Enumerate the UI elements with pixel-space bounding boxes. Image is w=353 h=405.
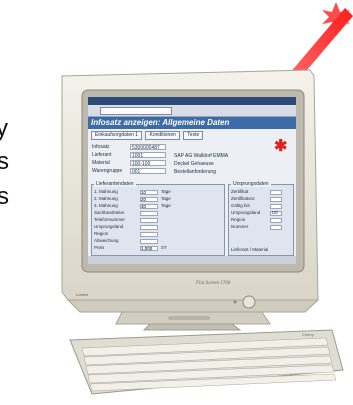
- vendor-data-field[interactable]: 10: [140, 190, 158, 195]
- origin-data-field[interactable]: [270, 204, 282, 209]
- vendor-data-label: 1. Mahnung: [94, 189, 118, 194]
- vendor-data-field[interactable]: [140, 239, 158, 244]
- toolbar: [88, 105, 296, 117]
- origin-data-field[interactable]: [270, 190, 282, 195]
- vendor-data-label: Preis: [94, 245, 105, 250]
- window-title: Infosatz anzeigen: Allgemeine Daten: [88, 117, 296, 129]
- screen: Infosatz anzeigen: Allgemeine Daten Eink…: [88, 97, 296, 264]
- material-group-description: Bestellanforderung: [174, 169, 216, 175]
- vendor-data-field[interactable]: [140, 211, 158, 216]
- tab-texts[interactable]: Texte: [183, 131, 204, 140]
- keyboard-brand-label: Cherry: [302, 332, 314, 337]
- red-star-icon: ✱: [274, 138, 288, 155]
- vendor-data-unit: Tage: [161, 189, 171, 194]
- vendor-name: SAP AG Walldorf EMMA: [174, 153, 229, 159]
- vendor-data-unit: Tage: [161, 196, 171, 201]
- vendor-data-unit: ST: [161, 245, 167, 250]
- vendor-data-label: Abweichung: [94, 238, 119, 243]
- vendor-data-field[interactable]: 30: [140, 204, 158, 209]
- vendor-data-unit: Tage: [161, 203, 171, 208]
- origin-data-label: Gültig bis: [231, 203, 250, 208]
- origin-data-field[interactable]: [270, 218, 282, 223]
- status-bar: [88, 256, 296, 264]
- material-group-row: Warengruppe 001: [92, 168, 166, 175]
- vendor-row: Lieferant 1001: [92, 152, 166, 159]
- monitor-model-label: Flat Screen 1700: [195, 281, 231, 286]
- origin-data-label: Region: [231, 217, 246, 222]
- vendor-data-label: Ursprungsland: [94, 224, 124, 229]
- material-description: Deckel Gehaeuse: [174, 161, 214, 167]
- vendor-data-label: 3. Mahnung: [94, 203, 118, 208]
- vendor-data-field[interactable]: [140, 232, 158, 237]
- vendor-data-label: Telefonnummer: [94, 217, 126, 222]
- vendor-data-field[interactable]: 1,000: [140, 246, 158, 251]
- monitor-brand-logo: Lorenz: [76, 292, 88, 297]
- origin-data-label: Zertifikatsnr.: [231, 196, 256, 201]
- origin-data-label: Zertifikat: [231, 189, 249, 194]
- command-field[interactable]: [100, 107, 172, 115]
- vendor-data-field[interactable]: [140, 218, 158, 223]
- origin-data-field[interactable]: [270, 225, 282, 230]
- vendor-data-label: Region: [94, 231, 109, 236]
- origin-data-field[interactable]: [270, 197, 282, 202]
- tab-bar: Einkaufsorgdaten 1 Konditionen Texte: [91, 131, 205, 140]
- tab-conditions[interactable]: Konditionen: [145, 131, 180, 140]
- info-record-row: Infosatz 5300000487: [92, 144, 166, 151]
- vendor-data-field[interactable]: 20: [140, 197, 158, 202]
- power-button: [242, 295, 256, 309]
- material-row: Material 100-100: [92, 160, 166, 167]
- menu-bar: [88, 97, 296, 105]
- origin-data-label: Nummer: [231, 224, 249, 229]
- vendor-data-label: Sachbearbeiter: [94, 210, 125, 215]
- origin-data-label: Ursprungsland: [231, 210, 261, 215]
- vendor-data-label: 2. Mahnung: [94, 196, 118, 201]
- vendor-data-field[interactable]: [140, 225, 158, 230]
- origin-country-value: DE: [272, 210, 279, 215]
- origin-data-footer: Lieferant / Material: [231, 247, 269, 252]
- stand-vent: [168, 316, 210, 320]
- tab-purchasing-org-data[interactable]: Einkaufsorgdaten 1: [91, 131, 143, 140]
